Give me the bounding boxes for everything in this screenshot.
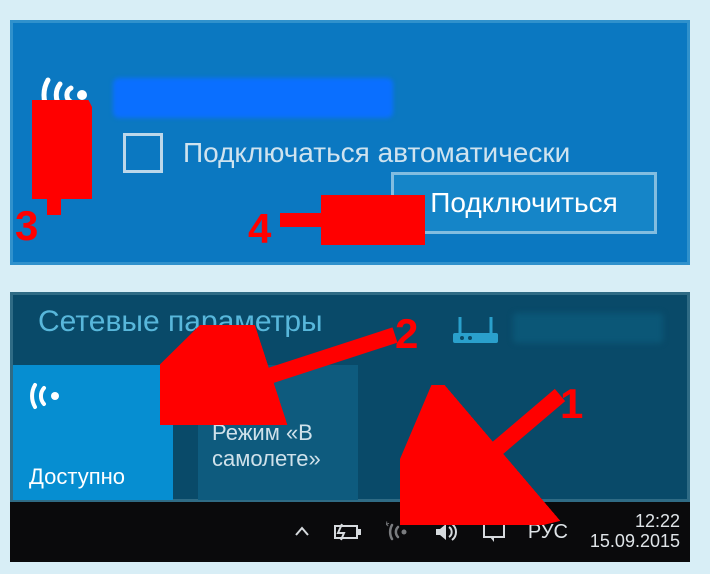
wifi-tile-label: Доступно [29, 464, 125, 490]
arrow-1 [400, 385, 580, 525]
arrow-4 [275, 195, 425, 245]
wifi-tile[interactable]: Доступно [13, 365, 173, 500]
annotation-step-4: 4 [248, 205, 271, 253]
clock[interactable]: 12:22 15.09.2015 [590, 512, 680, 552]
auto-connect-checkbox[interactable] [123, 133, 163, 173]
connect-button-label: Подключиться [430, 187, 618, 219]
router-label-redacted [513, 313, 663, 343]
clock-date: 15.09.2015 [590, 532, 680, 552]
auto-connect-label: Подключаться автоматически [183, 137, 570, 169]
wifi-ssid-redacted [113, 78, 393, 118]
chevron-up-icon[interactable] [292, 522, 312, 542]
airplane-tile-label: Режим «В самолете» [212, 420, 344, 473]
clock-time: 12:22 [635, 512, 680, 532]
battery-icon[interactable] [334, 522, 364, 542]
taskbar: * РУС 12:22 15.09.2015 [10, 502, 690, 562]
arrow-2 [160, 325, 410, 425]
arrow-3 [32, 100, 92, 220]
router-icon [448, 315, 503, 350]
connect-button[interactable]: Подключиться [391, 172, 657, 234]
wifi-icon [29, 379, 157, 413]
